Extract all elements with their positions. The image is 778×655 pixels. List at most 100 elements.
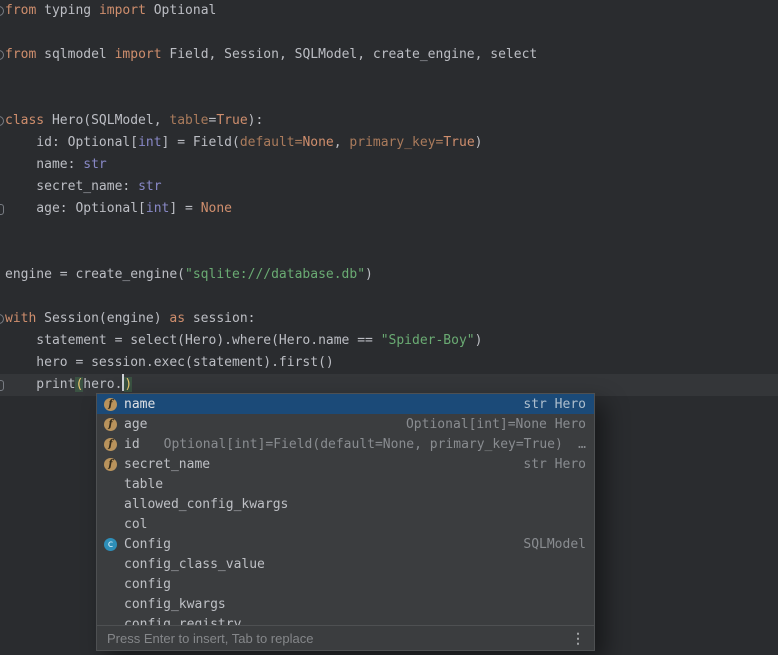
code-token: Session(engine) — [36, 311, 169, 326]
code-line[interactable]: hero = session.exec(statement).first() — [5, 352, 778, 374]
code-line[interactable]: class Hero(SQLModel, table=True): — [5, 110, 778, 132]
completion-item-config[interactable]: config — [97, 574, 594, 594]
code-line[interactable] — [5, 286, 778, 308]
gutter-square-icon[interactable] — [0, 380, 4, 391]
code-line[interactable]: age: Optional[int] = None — [5, 198, 778, 220]
completion-label: table — [124, 477, 163, 492]
code-token: typing — [36, 3, 99, 18]
code-token: hero. — [83, 377, 122, 392]
code-token: import — [115, 47, 162, 62]
completion-item-Config[interactable]: c Config SQLModel — [97, 534, 594, 554]
completion-hint-text: Press Enter to insert, Tab to replace — [107, 631, 313, 646]
gutter-square-icon[interactable] — [0, 204, 4, 215]
code-token: ) — [124, 377, 132, 392]
code-token: statement = select(Hero).where(Hero.name… — [5, 333, 381, 348]
autocomplete-popup: fnamestr HerofageOptional[int]=None Hero… — [96, 393, 595, 651]
code-line[interactable]: secret_name: str — [5, 176, 778, 198]
code-token: , — [334, 135, 350, 150]
code-token: table — [169, 113, 208, 128]
code-token: hero = session.exec(statement).first() — [5, 355, 334, 370]
code-token: ] = — [169, 201, 200, 216]
icon-placeholder — [104, 598, 117, 611]
field-icon: f — [104, 438, 117, 451]
code-line[interactable] — [5, 22, 778, 44]
completion-item-config_registry[interactable]: config_registry — [97, 614, 594, 625]
completion-item-table[interactable]: table — [97, 474, 594, 494]
code-line[interactable] — [5, 66, 778, 88]
code-token: id: Optional[ — [5, 135, 138, 150]
code-token: name: — [5, 157, 83, 172]
code-token: str — [138, 179, 161, 194]
completion-type-hint: SQLModel — [523, 537, 586, 552]
completion-label: config_registry — [124, 617, 241, 626]
code-token: ) — [475, 333, 483, 348]
code-area[interactable]: from typing import Optionalfrom sqlmodel… — [0, 0, 778, 396]
completion-item-id[interactable]: fidOptional[int]=Field(default=None, pri… — [97, 434, 594, 454]
code-token: default — [240, 135, 295, 150]
completion-label: col — [124, 517, 147, 532]
completion-signature: Optional[int]=Field(default=None, primar… — [164, 437, 563, 452]
code-token: None — [302, 135, 333, 150]
code-token: import — [99, 3, 146, 18]
class-icon: c — [104, 538, 117, 551]
completion-type-hint: Optional[int]=None Hero — [406, 417, 586, 432]
code-line[interactable] — [5, 220, 778, 242]
code-token: as — [169, 311, 185, 326]
icon-placeholder — [104, 478, 117, 491]
completion-footer: Press Enter to insert, Tab to replace ⋮ — [97, 625, 594, 650]
completion-label: config_kwargs — [124, 597, 226, 612]
completion-item-config_kwargs[interactable]: config_kwargs — [97, 594, 594, 614]
completion-label: config — [124, 577, 171, 592]
completion-label: name — [124, 397, 155, 412]
completion-item-age[interactable]: fageOptional[int]=None Hero — [97, 414, 594, 434]
code-token: ) — [365, 267, 373, 282]
completion-type-hint: str Hero — [523, 397, 586, 412]
code-line[interactable]: statement = select(Hero).where(Hero.name… — [5, 330, 778, 352]
code-token: print — [5, 377, 75, 392]
code-line[interactable]: name: str — [5, 154, 778, 176]
code-token: ) — [475, 135, 483, 150]
code-token: int — [138, 135, 161, 150]
code-line[interactable] — [5, 242, 778, 264]
icon-placeholder — [104, 518, 117, 531]
code-token: from — [5, 3, 36, 18]
completion-item-secret_name[interactable]: f secret_name str Hero — [97, 454, 594, 474]
completion-item-col[interactable]: col — [97, 514, 594, 534]
code-token: Field, Session, SQLModel, create_engine,… — [162, 47, 538, 62]
code-line[interactable]: engine = create_engine("sqlite:///databa… — [5, 264, 778, 286]
completion-item-config_class_value[interactable]: config_class_value — [97, 554, 594, 574]
code-line[interactable]: from sqlmodel import Field, Session, SQL… — [5, 44, 778, 66]
completion-label: secret_name — [124, 457, 210, 472]
code-token: engine = create_engine( — [5, 267, 185, 282]
code-line[interactable]: id: Optional[int] = Field(default=None, … — [5, 132, 778, 154]
code-token: sqlmodel — [36, 47, 114, 62]
code-token: "sqlite:///database.db" — [185, 267, 365, 282]
completion-item-allowed_config_kwargs[interactable]: allowed_config_kwargs — [97, 494, 594, 514]
code-line[interactable]: with Session(engine) as session: — [5, 308, 778, 330]
code-token: True — [443, 135, 474, 150]
code-token: str — [83, 157, 106, 172]
code-line[interactable] — [5, 88, 778, 110]
code-token: from — [5, 47, 36, 62]
code-token: secret_name: — [5, 179, 138, 194]
code-token: primary_key — [349, 135, 435, 150]
field-icon: f — [104, 458, 117, 471]
code-token: True — [216, 113, 247, 128]
icon-placeholder — [104, 578, 117, 591]
more-options-icon[interactable]: ⋮ — [571, 630, 585, 647]
code-line[interactable]: from typing import Optional — [5, 0, 778, 22]
completion-label: Config — [124, 537, 171, 552]
completion-item-name[interactable]: fnamestr Hero — [97, 394, 594, 414]
completion-list: fnamestr HerofageOptional[int]=None Hero… — [97, 394, 594, 625]
code-token: "Spider-Boy" — [381, 333, 475, 348]
code-token: ] = Field( — [162, 135, 240, 150]
code-token: age: Optional[ — [5, 201, 146, 216]
icon-placeholder — [104, 618, 117, 626]
code-token: Hero(SQLModel, — [44, 113, 169, 128]
icon-placeholder — [104, 558, 117, 571]
completion-label: config_class_value — [124, 557, 265, 572]
field-icon: f — [104, 418, 117, 431]
code-token: class — [5, 113, 44, 128]
completion-type-hint: … — [578, 437, 586, 452]
completion-type-hint: str Hero — [523, 457, 586, 472]
